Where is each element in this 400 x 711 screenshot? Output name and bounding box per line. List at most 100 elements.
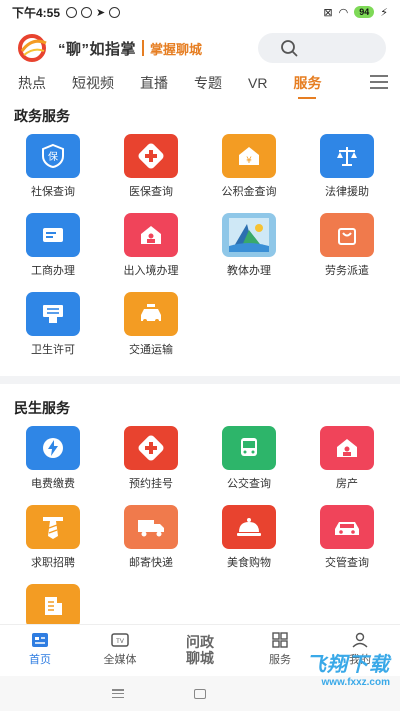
service-tile-label: 电费缴费 <box>31 478 75 490</box>
scales-icon <box>320 134 374 178</box>
recent-apps-icon[interactable] <box>112 689 124 698</box>
tab-live[interactable]: 直播 <box>140 73 168 93</box>
service-tile[interactable]: 交管查询 <box>298 505 396 570</box>
mute-icon: ⊠ <box>323 6 333 19</box>
medical-cross-icon <box>124 134 178 178</box>
service-tile-label: 交通运输 <box>129 344 173 356</box>
nav-home-label: 首页 <box>29 654 51 666</box>
service-tile-label: 求职招聘 <box>31 557 75 569</box>
medical-cross-icon <box>124 426 178 470</box>
app-logo <box>14 33 50 63</box>
food-cloche-icon <box>222 505 276 549</box>
service-tile-label: 公交查询 <box>227 478 271 490</box>
watermark: 飞翔下载 www.fxxz.com <box>250 648 390 706</box>
menu-icon[interactable] <box>370 75 388 89</box>
service-tile[interactable]: 法律援助 <box>298 134 396 199</box>
service-tile-label: 预约挂号 <box>129 478 173 490</box>
education-image-icon <box>222 213 276 257</box>
service-tile-label: 出入境办理 <box>123 265 179 277</box>
car-icon <box>320 505 374 549</box>
nav-media-label: 全媒体 <box>103 654 137 666</box>
service-tile-label: 公积金查询 <box>221 186 277 198</box>
service-tile[interactable]: 保社保查询 <box>4 134 102 199</box>
home-button-icon[interactable] <box>194 688 206 699</box>
house-icon <box>124 213 178 257</box>
notification-icon <box>81 6 93 18</box>
nav-center-line1: 问政 <box>186 633 214 650</box>
service-tile-label: 美食购物 <box>227 557 271 569</box>
service-tile[interactable]: 劳务派遣 <box>298 213 396 278</box>
lightning-icon <box>26 426 80 470</box>
service-tile[interactable]: 工商办理 <box>4 213 102 278</box>
status-bar: 下午4:55 ➤ ⊠ ◠ 94 ⚡ <box>0 0 400 24</box>
service-tile[interactable]: 出入境办理 <box>102 213 200 278</box>
id-card-icon <box>26 213 80 257</box>
wifi-icon: ◠ <box>338 6 349 19</box>
service-tile[interactable]: 电费缴费 <box>4 426 102 491</box>
gov-service-grid: 保社保查询 医保查询 ¥ 公积金查询 法律援助 工商办理 出入境办理 教体办理 劳务派遣 卫生许可… <box>0 134 400 357</box>
home-icon <box>32 633 48 647</box>
taxi-icon <box>124 292 178 336</box>
watermark-text: 飞翔下载 <box>306 654 390 676</box>
service-tile[interactable]: 预约挂号 <box>102 426 200 491</box>
brand-divider <box>142 40 145 56</box>
tab-topics[interactable]: 专题 <box>194 73 222 93</box>
service-tile-label: 社保查询 <box>31 186 75 198</box>
service-tile-label: 教体办理 <box>227 265 271 277</box>
tab-short-video[interactable]: 短视频 <box>72 73 114 93</box>
nav-home[interactable]: 首页 <box>0 625 80 674</box>
service-tile[interactable]: 求职招聘 <box>4 505 102 570</box>
nav-media[interactable]: TV 全媒体 <box>80 625 160 674</box>
service-tile[interactable]: ¥ 公积金查询 <box>200 134 298 199</box>
truck-icon <box>124 505 178 549</box>
brand-subtitle: 掌握聊城 <box>150 41 203 57</box>
tab-hot[interactable]: 热点 <box>18 73 46 93</box>
certificate-icon <box>26 292 80 336</box>
service-tile-label: 邮寄快递 <box>129 557 173 569</box>
shopping-bag-icon <box>320 213 374 257</box>
shield-icon: 保 <box>26 134 80 178</box>
charging-icon: ⚡ <box>380 6 388 19</box>
tv-icon: TV <box>111 633 129 647</box>
service-tile[interactable]: 美食购物 <box>200 505 298 570</box>
service-tile[interactable]: 卫生许可 <box>4 292 102 357</box>
nav-wenzheng[interactable]: 问政 聊城 <box>160 625 240 674</box>
service-tile[interactable]: 房产 <box>298 426 396 491</box>
notification-icon <box>109 6 121 18</box>
house-yen-icon: ¥ <box>222 134 276 178</box>
service-tile[interactable]: 邮寄快递 <box>102 505 200 570</box>
service-tile[interactable]: 公交查询 <box>200 426 298 491</box>
service-tile[interactable]: 医保查询 <box>102 134 200 199</box>
status-time: 下午4:55 <box>12 5 61 20</box>
service-tile-label: 劳务派遣 <box>325 265 369 277</box>
send-icon: ➤ <box>96 6 106 19</box>
tab-vr[interactable]: VR <box>248 75 267 91</box>
service-tile-label: 工商办理 <box>31 265 75 277</box>
service-tile[interactable]: 教体办理 <box>200 213 298 278</box>
section-divider <box>0 376 400 384</box>
svg-text:TV: TV <box>116 639 124 645</box>
battery-indicator: 94 <box>354 6 375 18</box>
watermark-url: www.fxxz.com <box>321 677 390 688</box>
service-tile-label: 法律援助 <box>325 186 369 198</box>
app-header: “聊”如指掌 掌握聊城 <box>0 28 400 68</box>
life-service-grid: 电费缴费 预约挂号 公交查询 房产求职招聘 邮寄快递 美食购物 交管查询 <box>0 426 400 633</box>
search-button[interactable] <box>258 33 386 63</box>
service-tile-label: 房产 <box>336 478 358 490</box>
grid-icon <box>272 632 288 648</box>
section-title-gov: 政务服务 <box>14 108 70 124</box>
tab-service[interactable]: 服务 <box>293 73 321 99</box>
service-tile-label: 卫生许可 <box>31 344 75 356</box>
svg-text:保: 保 <box>48 150 58 163</box>
service-tile[interactable]: 交通运输 <box>102 292 200 357</box>
service-tile-label: 交管查询 <box>325 557 369 569</box>
brand-title: “聊”如指掌 <box>58 40 137 58</box>
svg-text:¥: ¥ <box>246 156 252 166</box>
bus-icon <box>222 426 276 470</box>
tie-icon <box>26 505 80 549</box>
user-icon <box>352 632 368 648</box>
building-icon <box>26 584 80 628</box>
section-title-life: 民生服务 <box>14 400 70 416</box>
nav-center-line2: 聊城 <box>186 649 214 666</box>
house-icon <box>320 426 374 470</box>
